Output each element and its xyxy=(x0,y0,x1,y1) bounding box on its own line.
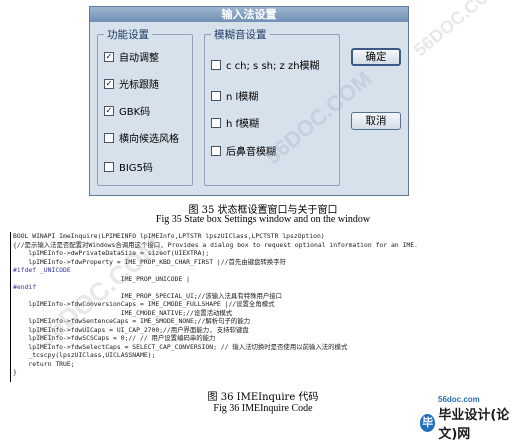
checkbox-label: 横向候选风格 xyxy=(119,134,179,145)
checkbox-gbk[interactable]: ✓ GBK码 xyxy=(104,103,150,118)
code-line: BOOL WINAPI ImeInquire(LPIMEINFO lpIMEIn… xyxy=(13,232,325,240)
ime-settings-dialog: 输入法设置 功能设置 ✓ 自动调整 ✓ 光标跟随 ✓ GBK码 横向候选风格 B… xyxy=(89,6,409,196)
checkbox-label: BIG5码 xyxy=(119,163,153,174)
code-line: lpIMEInfo->fdwUICaps = UI_CAP_2700;//用户界… xyxy=(13,325,249,334)
checkbox-box[interactable] xyxy=(211,90,221,101)
checkbox-box[interactable] xyxy=(211,117,221,128)
code-line: _tcscpy(lpszUIClass,UICLASSNAME); xyxy=(13,351,156,359)
checkbox-horizontal-candidates[interactable]: 横向候选风格 xyxy=(104,130,179,145)
code-line: #ifdef _UNICODE xyxy=(13,266,71,274)
code-line: lpIMEInfo->dwPrivateDataSize = sizeof(UI… xyxy=(13,249,210,257)
function-settings-label: 功能设置 xyxy=(104,27,152,42)
logo-url: 56doc.com xyxy=(438,395,480,404)
checkbox-n-l-fuzzy[interactable]: n l模糊 xyxy=(211,88,258,103)
fuzzy-pinyin-label: 模糊音设置 xyxy=(211,27,270,42)
code-line: return TRUE; xyxy=(13,359,75,368)
checkbox-label: 自动调整 xyxy=(119,53,159,64)
logo-text: 毕业设计(论文)网 xyxy=(438,408,510,442)
ok-button[interactable]: 确定 xyxy=(351,48,401,66)
checkbox-auto-adjust[interactable]: ✓ 自动调整 xyxy=(104,49,159,64)
checkbox-box[interactable] xyxy=(211,145,221,156)
watermark: 56DOC.COM xyxy=(410,0,505,61)
checkbox-box[interactable] xyxy=(104,161,114,172)
code-line: lpIMEInfo->fdwSelectCaps = SELECT_CAP_CO… xyxy=(13,342,348,351)
checkbox-box[interactable] xyxy=(211,59,221,70)
code-line: lpIMEInfo->fdwProperty = IME_PROP_KBD_CH… xyxy=(13,257,286,266)
function-settings-group: 功能设置 ✓ 自动调整 ✓ 光标跟随 ✓ GBK码 横向候选风格 BIG5码 xyxy=(97,27,193,186)
dialog-title: 输入法设置 xyxy=(90,7,408,22)
cancel-button[interactable]: 取消 xyxy=(351,112,401,130)
checkbox-box[interactable] xyxy=(104,132,114,143)
code-line: IME_PROP_UNICODE | xyxy=(13,274,190,283)
checkbox-label: h f模糊 xyxy=(226,119,260,130)
code-line: lpIMEInfo->fdwSCSCaps = 0;// // 用户设置编码串的… xyxy=(13,334,216,342)
checkbox-c-s-z-fuzzy[interactable]: c ch; s sh; z zh模糊 xyxy=(211,57,320,72)
checkbox-big5[interactable]: BIG5码 xyxy=(104,159,153,174)
site-logo: 毕 毕业设计(论文)网 xyxy=(420,404,526,442)
checkbox-box[interactable]: ✓ xyxy=(104,105,114,116)
code-line: } xyxy=(13,368,17,376)
code-line: {//是示输入法是否配置对Windows合调用这个接口, Provides a … xyxy=(13,240,418,249)
checkbox-label: n l模糊 xyxy=(226,92,259,103)
checkbox-label: 光标跟随 xyxy=(119,80,159,91)
checkbox-label: c ch; s sh; z zh模糊 xyxy=(226,61,320,72)
checkbox-box[interactable]: ✓ xyxy=(104,78,114,89)
figure-35-caption-en: Fig 35 State box Settings window and on … xyxy=(155,214,371,225)
checkbox-cursor-follow[interactable]: ✓ 光标跟随 xyxy=(104,76,159,91)
logo-mark-icon: 毕 xyxy=(420,414,436,432)
checkbox-label: GBK码 xyxy=(119,107,151,118)
checkbox-h-f-fuzzy[interactable]: h f模糊 xyxy=(211,115,259,130)
checkbox-box[interactable]: ✓ xyxy=(104,51,114,62)
